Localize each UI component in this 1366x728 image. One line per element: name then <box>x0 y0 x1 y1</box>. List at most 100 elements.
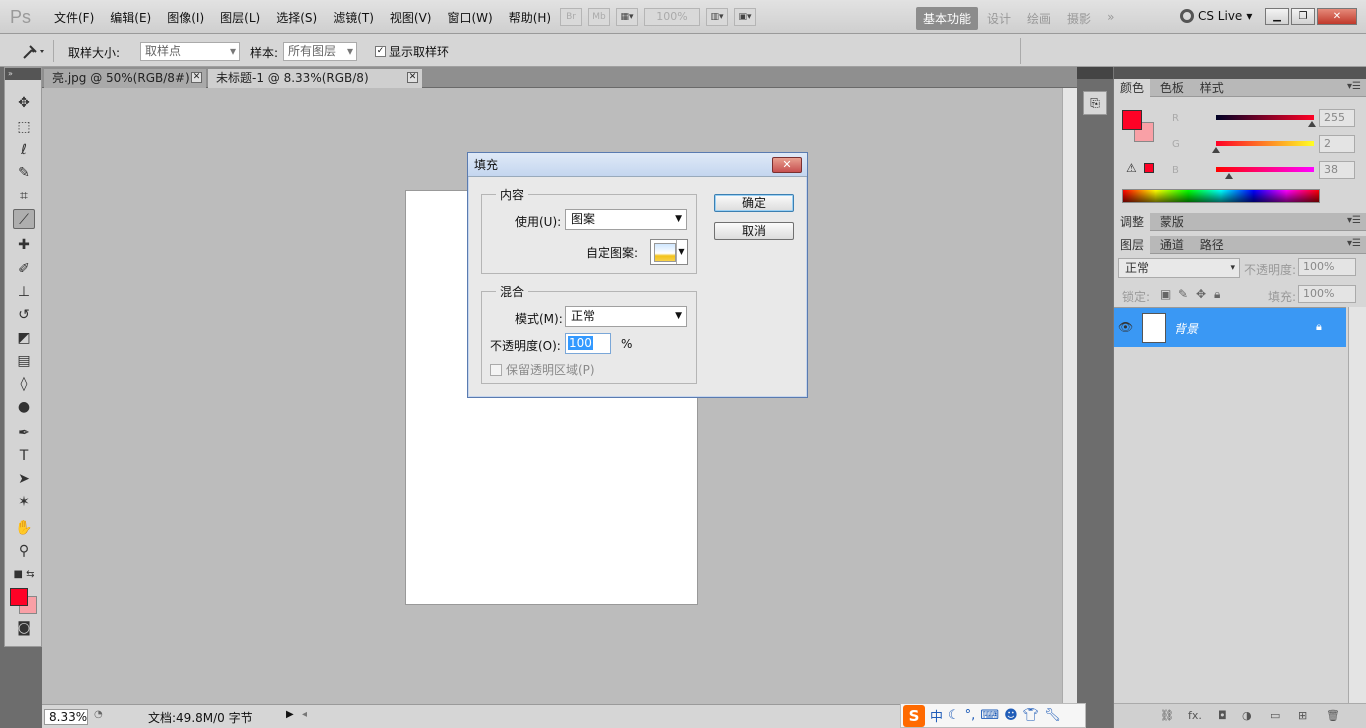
delete-layer-icon[interactable]: 🗑︎ <box>1326 709 1340 722</box>
gamut-warning-swatch[interactable] <box>1144 163 1154 173</box>
add-mask-icon[interactable]: ◘ <box>1218 709 1227 722</box>
panels-collapse[interactable] <box>1114 67 1366 79</box>
hand-tool-icon[interactable]: ✋ <box>13 518 35 538</box>
sample-size-select[interactable]: 取样点 <box>140 42 240 61</box>
history-panel-icon[interactable]: ⎘ <box>1083 91 1107 115</box>
link-layers-icon[interactable]: ⛓ <box>1160 709 1174 722</box>
use-select[interactable]: 图案 ▼ <box>565 209 687 230</box>
blur-tool-icon[interactable]: ◊ <box>13 374 35 394</box>
tab-styles[interactable]: 样式 <box>1194 79 1230 97</box>
workspace-more[interactable]: » <box>1100 7 1121 30</box>
workspace-essentials[interactable]: 基本功能 <box>916 7 979 30</box>
moon-icon[interactable]: ☾ <box>948 708 960 723</box>
tab-color[interactable]: 颜色 <box>1114 79 1151 97</box>
restore-button[interactable]: ❐ <box>1291 8 1315 25</box>
cs-live-menu[interactable]: CS Live ▾ <box>1180 9 1252 23</box>
layer-blend-mode-select[interactable]: 正常 ▾ <box>1118 258 1240 278</box>
status-icon[interactable]: ◔ <box>94 709 103 720</box>
slider-green-track[interactable] <box>1216 141 1314 146</box>
path-selection-tool-icon[interactable]: ➤ <box>13 469 35 489</box>
layer-name[interactable]: 背景 <box>1174 320 1198 337</box>
menu-window[interactable]: 窗口(W) <box>439 9 500 26</box>
dock-collapse[interactable] <box>1077 67 1113 79</box>
tab-paths[interactable]: 路径 <box>1194 236 1230 254</box>
layer-opacity-field[interactable]: 100% <box>1298 258 1356 276</box>
minibridge-button[interactable]: Mb <box>588 8 610 26</box>
tab-masks[interactable]: 蒙版 <box>1154 213 1190 231</box>
pen-tool-icon[interactable]: ✒ <box>13 423 35 443</box>
ok-button[interactable]: 确定 <box>714 194 794 212</box>
lock-pixels-icon[interactable]: ✎ <box>1178 287 1188 307</box>
skin-icon[interactable]: 👕︎ <box>1023 708 1040 723</box>
panel-menu-icon[interactable]: ▾☰ <box>1347 238 1361 249</box>
custom-shape-tool-icon[interactable]: ✶ <box>13 492 35 512</box>
slider-green-thumb[interactable] <box>1212 147 1220 153</box>
cancel-button[interactable]: 取消 <box>714 222 794 240</box>
quick-selection-tool-icon[interactable]: ✎ <box>13 163 35 183</box>
eraser-tool-icon[interactable]: ◩ <box>13 328 35 348</box>
clone-stamp-tool-icon[interactable]: ⊥ <box>13 282 35 302</box>
sample-select[interactable]: 所有图层 <box>283 42 357 61</box>
slider-green-value[interactable]: 2 <box>1319 135 1355 153</box>
marquee-tool-icon[interactable]: ⬚ <box>13 117 35 137</box>
gradient-tool-icon[interactable]: ▤ <box>13 351 35 371</box>
move-tool-icon[interactable]: ✥ <box>13 93 35 113</box>
show-sampling-ring-checkbox[interactable]: ✓ <box>375 46 386 57</box>
brush-tool-icon[interactable]: ✐ <box>13 259 35 279</box>
punctuation-icon[interactable]: °, <box>965 708 976 723</box>
menu-file[interactable]: 文件(F) <box>46 9 102 26</box>
panel-menu-icon[interactable]: ▾☰ <box>1347 215 1361 226</box>
foreground-color-swatch[interactable] <box>10 588 28 606</box>
color-panel-foreground-swatch[interactable] <box>1122 110 1142 130</box>
sogou-logo-icon[interactable]: S <box>903 704 925 727</box>
close-button[interactable]: ✕ <box>1317 8 1357 25</box>
tools-panel-collapse[interactable]: » <box>5 68 41 80</box>
mode-select[interactable]: 正常 ▼ <box>565 306 687 327</box>
slider-red-track[interactable] <box>1216 115 1314 120</box>
tab-document-2[interactable]: 未标题-1 @ 8.33%(RGB/8) ✕ <box>208 69 422 88</box>
type-tool-icon[interactable]: T <box>13 446 35 466</box>
tab-adjustments[interactable]: 调整 <box>1114 213 1151 231</box>
tab-document-1[interactable]: 亮.jpg @ 50%(RGB/8#) * ✕ <box>44 69 206 104</box>
tab-swatches[interactable]: 色板 <box>1154 79 1190 97</box>
adjustment-layer-icon[interactable]: ◑ <box>1242 709 1252 722</box>
zoom-level-select[interactable]: 100% <box>644 8 700 26</box>
dodge-tool-icon[interactable]: ● <box>13 397 35 417</box>
show-sampling-ring[interactable]: ✓ 显示取样环 <box>375 43 449 60</box>
menu-filter[interactable]: 滤镜(T) <box>325 9 382 26</box>
lasso-tool-icon[interactable]: ℓ <box>13 140 35 160</box>
dialog-title-bar[interactable]: 填充 ✕ <box>468 153 807 177</box>
layer-style-icon[interactable]: fx. <box>1188 709 1202 722</box>
slider-blue-value[interactable]: 38 <box>1319 161 1355 179</box>
workspace-design[interactable]: 设计 <box>980 7 1018 30</box>
dialog-close-button[interactable]: ✕ <box>772 157 802 173</box>
zoom-tool-icon[interactable]: ⚲ <box>13 541 35 561</box>
keyboard-icon[interactable]: ⌨ <box>980 708 999 723</box>
quick-mask-icon[interactable]: ◙ <box>13 618 35 638</box>
slider-blue-track[interactable] <box>1216 167 1314 172</box>
history-brush-tool-icon[interactable]: ↺ <box>13 305 35 325</box>
slider-red-value[interactable]: 255 <box>1319 109 1355 127</box>
eye-icon[interactable]: 👁︎ <box>1118 320 1136 334</box>
close-icon[interactable]: ✕ <box>407 72 418 83</box>
bridge-button[interactable]: Br <box>560 8 582 26</box>
eyedropper-tool-icon[interactable]: ⟋ <box>13 209 35 229</box>
menu-edit[interactable]: 编辑(E) <box>102 9 159 26</box>
minimize-button[interactable]: ▁ <box>1265 8 1289 25</box>
vertical-scrollbar[interactable] <box>1062 88 1077 704</box>
ime-mode[interactable]: 中 <box>930 706 943 725</box>
layer-row-background[interactable]: 👁︎ 背景 🔒︎ <box>1114 307 1346 347</box>
scroll-left-icon[interactable]: ◂ <box>302 709 307 720</box>
tool-preset-picker[interactable] <box>10 40 54 62</box>
menu-view[interactable]: 视图(V) <box>382 9 440 26</box>
chevron-down-icon[interactable]: ▼ <box>676 240 686 264</box>
close-icon[interactable]: ✕ <box>191 72 202 83</box>
lock-all-icon[interactable]: 🔒︎ <box>1214 287 1220 307</box>
tab-channels[interactable]: 通道 <box>1154 236 1190 254</box>
color-spectrum-bar[interactable] <box>1122 189 1320 203</box>
menu-select[interactable]: 选择(S) <box>268 9 325 26</box>
opacity-input[interactable]: 100 <box>565 333 611 354</box>
crop-tool-icon[interactable]: ⌗ <box>13 186 35 206</box>
preserve-transparency[interactable]: 保留透明区域(P) <box>490 361 595 378</box>
workspace-photography[interactable]: 摄影 <box>1060 7 1098 30</box>
